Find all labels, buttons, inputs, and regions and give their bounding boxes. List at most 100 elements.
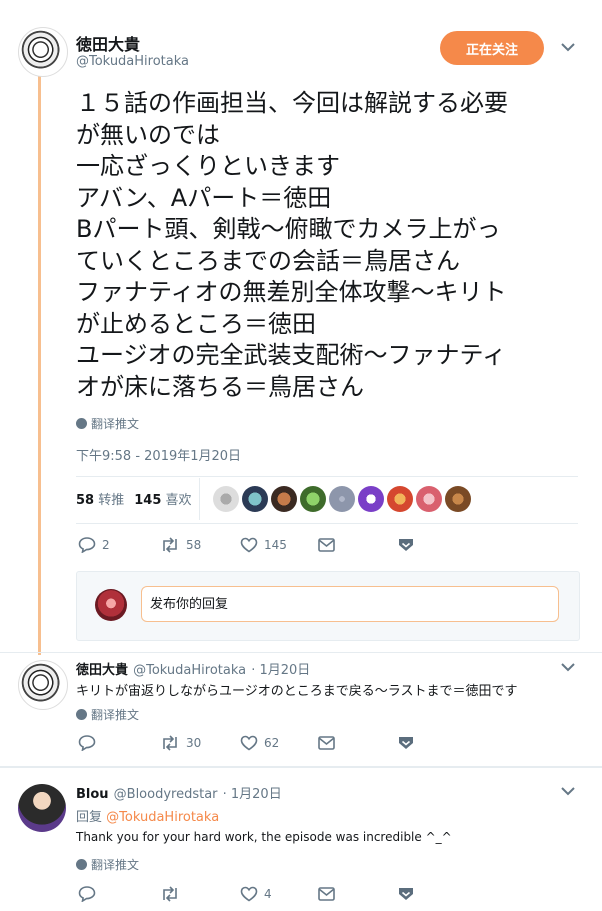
like-count: 62 — [264, 736, 280, 750]
avatar[interactable] — [18, 784, 66, 832]
reply-to-handle[interactable]: @TokudaHirotaka — [106, 810, 219, 825]
reply-button[interactable] — [78, 735, 102, 751]
message-icon — [318, 736, 335, 750]
chevron-down-icon[interactable] — [561, 787, 581, 801]
avatar[interactable] — [445, 486, 471, 512]
translate-label: 翻译推文 — [91, 708, 140, 722]
tweet-text: １５話の作画担当、今回は解説する必要 が無いのでは 一応ざっくりといきます アバ… — [76, 88, 586, 403]
tweet-line: Bパート頭、剣戟〜俯瞰でカメラ上がっ — [76, 215, 501, 243]
thread-line — [38, 70, 41, 655]
tweet-line: １５話の作画担当、今回は解説する必要 — [76, 89, 508, 117]
like-stat[interactable]: 145 喜欢 — [134, 489, 191, 508]
reply-icon — [78, 537, 96, 553]
retweet-button[interactable]: 58 — [160, 537, 201, 553]
like-count: 4 — [264, 887, 272, 901]
reply-count: 2 — [102, 538, 110, 552]
avatar[interactable] — [271, 486, 297, 512]
avatar[interactable] — [18, 27, 68, 77]
retweet-button[interactable]: 30 — [160, 735, 201, 751]
like-count: 145 — [264, 538, 287, 552]
tweet-header: 徳田大貴 @TokudaHirotaka · 1月20日 — [76, 659, 310, 678]
avatar[interactable] — [213, 486, 239, 512]
timestamp[interactable]: 下午9:58 - 2019年1月20日 — [76, 445, 241, 464]
divider — [199, 478, 200, 520]
author-handle[interactable]: @TokudaHirotaka — [76, 54, 189, 69]
chevron-down-icon[interactable] — [561, 43, 581, 57]
message-button[interactable] — [318, 887, 335, 901]
tweet-line: が止めるところ＝徳田 — [76, 309, 316, 338]
translate-link[interactable]: 翻译推文 — [76, 706, 139, 723]
message-icon — [318, 887, 335, 901]
avatar[interactable] — [242, 486, 268, 512]
like-icon — [240, 537, 258, 553]
tweet-line: 一応ざっくりといきます — [76, 152, 340, 180]
author-name[interactable]: Blou — [76, 787, 109, 802]
globe-icon — [76, 709, 87, 720]
follow-button[interactable]: 正在关注 — [440, 31, 544, 65]
chevron-down-icon[interactable] — [561, 663, 581, 677]
divider — [0, 652, 602, 653]
tweet-date[interactable]: · 1月20日 — [223, 787, 282, 802]
tweet-text: Thank you for your hard work, the episod… — [76, 830, 452, 844]
reply-to-prefix: 回复 — [76, 810, 103, 825]
retweet-count: 30 — [186, 736, 202, 750]
tweet-line: ファナティオの無差別全体攻撃〜キリト — [76, 278, 507, 306]
bookmark-button[interactable] — [398, 886, 414, 902]
tweet-date[interactable]: · 1月20日 — [251, 663, 310, 678]
retweet-button[interactable] — [160, 886, 186, 902]
message-button[interactable] — [318, 538, 335, 552]
bookmark-button[interactable] — [398, 735, 414, 751]
author-name[interactable]: 徳田大貴 — [76, 31, 140, 55]
message-button[interactable] — [318, 736, 335, 750]
retweet-icon — [163, 886, 177, 902]
translate-link[interactable]: 翻译推文 — [76, 415, 139, 432]
tweet-line: が無いのでは — [76, 120, 220, 149]
tweet-text: キリトが宙返りしながらユージオのところまで戻る〜ラストまで＝徳田です — [76, 684, 518, 699]
divider — [76, 523, 578, 524]
divider — [76, 476, 578, 477]
bookmark-icon — [399, 888, 413, 900]
reply-composer — [76, 571, 580, 641]
reply-input[interactable] — [141, 586, 559, 622]
avatar[interactable] — [300, 486, 326, 512]
translate-label: 翻译推文 — [91, 417, 140, 431]
stats-row: 58 转推 145 喜欢 — [76, 489, 192, 508]
reply-icon — [78, 735, 96, 751]
reply-icon — [78, 886, 96, 902]
avatar[interactable] — [95, 589, 127, 621]
avatar[interactable] — [358, 486, 384, 512]
tweet-line: ていくところまでの会話＝鳥居さん — [76, 246, 460, 275]
translate-link[interactable]: 翻译推文 — [76, 856, 139, 873]
globe-icon — [76, 418, 87, 429]
bookmark-button[interactable] — [398, 537, 414, 553]
tweet-header: Blou @Bloodyredstar · 1月20日 — [76, 783, 282, 802]
author-handle[interactable]: @Bloodyredstar — [114, 787, 218, 802]
reply-button[interactable]: 2 — [78, 537, 110, 553]
tweet-line: ユージオの完全武装支配術〜ファナティ — [76, 341, 507, 369]
avatar[interactable] — [387, 486, 413, 512]
avatar[interactable] — [416, 486, 442, 512]
reply-button[interactable] — [78, 886, 102, 902]
retweet-icon — [163, 537, 177, 553]
retweet-count: 58 — [186, 538, 202, 552]
tweet-line: アバン、Aパート＝徳田 — [76, 183, 332, 212]
like-button[interactable]: 4 — [240, 886, 272, 902]
author-name[interactable]: 徳田大貴 — [76, 663, 128, 678]
globe-icon — [76, 859, 87, 870]
like-icon — [240, 735, 258, 751]
divider — [0, 766, 602, 768]
tweet-line: オが床に落ちる＝鳥居さん — [76, 372, 364, 401]
avatar[interactable] — [329, 486, 355, 512]
message-icon — [318, 538, 335, 552]
liker-avatars — [213, 486, 471, 512]
like-icon — [240, 886, 258, 902]
like-button[interactable]: 62 — [240, 735, 279, 751]
avatar[interactable] — [18, 660, 68, 710]
author-handle[interactable]: @TokudaHirotaka — [133, 663, 246, 678]
bookmark-icon — [399, 539, 413, 551]
like-button[interactable]: 145 — [240, 537, 287, 553]
retweet-icon — [163, 735, 177, 751]
bookmark-icon — [399, 737, 413, 749]
translate-label: 翻译推文 — [91, 858, 140, 872]
retweet-stat[interactable]: 58 转推 — [76, 489, 124, 508]
